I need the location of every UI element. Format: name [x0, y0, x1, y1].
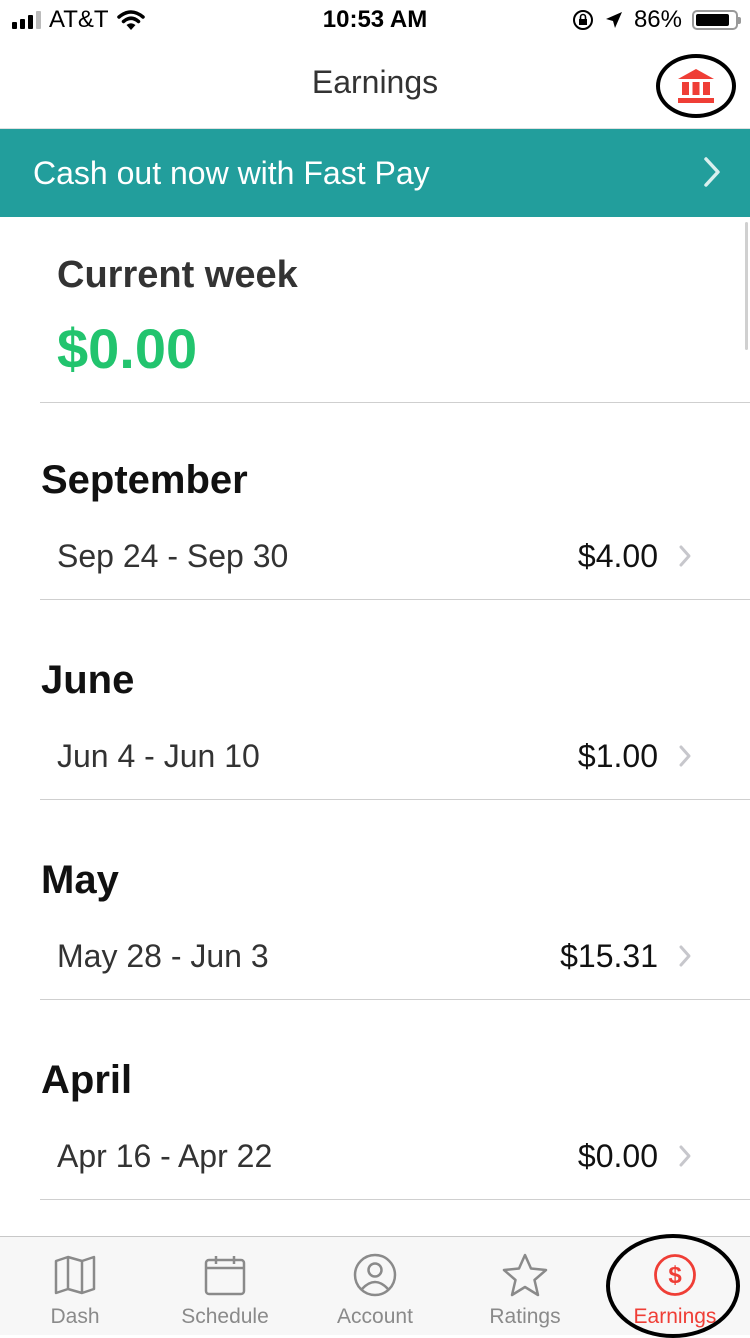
tab-label: Ratings	[489, 1305, 561, 1328]
fast-pay-banner[interactable]: Cash out now with Fast Pay	[0, 129, 750, 217]
orientation-lock-icon	[572, 10, 593, 30]
chevron-right-icon	[679, 745, 691, 767]
battery-percent: 86%	[633, 6, 682, 33]
month-section: September Sep 24 - Sep 30 $4.00	[0, 458, 750, 658]
week-row[interactable]: May 28 - Jun 3 $15.31	[0, 918, 750, 996]
month-section: April Apr 16 - Apr 22 $0.00	[0, 1058, 750, 1258]
tab-dash[interactable]: Dash	[0, 1237, 150, 1335]
week-row[interactable]: Apr 16 - Apr 22 $0.00	[0, 1118, 750, 1196]
tab-schedule[interactable]: Schedule	[150, 1237, 300, 1335]
chevron-right-icon	[679, 545, 691, 567]
tab-label: Dash	[50, 1305, 100, 1328]
week-range: May 28 - Jun 3	[57, 938, 269, 974]
current-week-label: Current week	[57, 254, 298, 296]
svg-text:$: $	[668, 1262, 682, 1289]
month-heading: September	[41, 458, 248, 502]
divider	[40, 402, 750, 403]
scrollbar[interactable]	[745, 222, 748, 350]
week-range: Sep 24 - Sep 30	[57, 538, 289, 574]
month-heading: May	[41, 858, 119, 902]
week-row[interactable]: Jun 4 - Jun 10 $1.00	[0, 718, 750, 796]
chevron-right-icon	[704, 157, 720, 187]
bank-icon	[678, 69, 714, 103]
tab-ratings[interactable]: Ratings	[450, 1237, 600, 1335]
divider	[40, 1199, 750, 1200]
chevron-right-icon	[679, 945, 691, 967]
fast-pay-label: Cash out now with Fast Pay	[33, 154, 430, 191]
week-amount: $0.00	[577, 1138, 658, 1174]
nav-bar: Earnings	[0, 40, 750, 129]
month-section: May May 28 - Jun 3 $15.31	[0, 858, 750, 1058]
divider	[40, 999, 750, 1000]
month-section: June Jun 4 - Jun 10 $1.00	[0, 658, 750, 858]
month-heading: June	[41, 658, 135, 702]
week-amount: $4.00	[577, 538, 658, 574]
status-bar: AT&T 10:53 AM 86%	[0, 0, 750, 40]
map-icon	[54, 1255, 96, 1295]
dollar-circle-icon: $	[654, 1254, 696, 1296]
tab-label: Account	[337, 1305, 413, 1328]
current-week-amount: $0.00	[57, 317, 198, 380]
tab-label: Earnings	[633, 1305, 717, 1328]
star-icon	[502, 1253, 548, 1297]
divider	[40, 599, 750, 600]
month-heading: April	[41, 1058, 133, 1102]
page-title: Earnings	[311, 64, 439, 100]
tab-account[interactable]: Account	[300, 1237, 450, 1335]
week-amount: $1.00	[577, 738, 658, 774]
calendar-icon	[204, 1256, 246, 1296]
user-circle-icon	[353, 1253, 397, 1297]
tab-label: Schedule	[181, 1305, 269, 1328]
week-range: Jun 4 - Jun 10	[57, 738, 260, 774]
week-amount: $15.31	[560, 938, 658, 974]
divider	[40, 799, 750, 800]
location-arrow-icon	[605, 12, 622, 28]
week-row[interactable]: Sep 24 - Sep 30 $4.00	[0, 518, 750, 596]
tab-earnings[interactable]: $ Earnings	[600, 1237, 750, 1335]
tab-bar: Dash Schedule Account Ratings $ Earnings	[0, 1236, 750, 1335]
bank-account-button[interactable]	[656, 54, 736, 118]
chevron-right-icon	[679, 1145, 691, 1167]
battery-icon	[692, 10, 741, 30]
week-range: Apr 16 - Apr 22	[57, 1138, 273, 1174]
